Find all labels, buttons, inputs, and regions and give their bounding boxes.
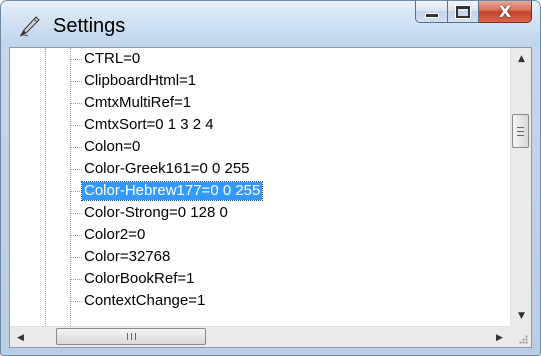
tree-item-label: CTRL=0 — [84, 50, 141, 67]
tree-connector — [70, 103, 82, 104]
pen-icon — [19, 16, 40, 37]
scroll-left-button[interactable]: ◀ — [10, 327, 31, 347]
tree-item[interactable]: ContextChange=1 — [70, 290, 490, 312]
close-button[interactable]: X — [479, 1, 532, 23]
tree-connector — [70, 147, 82, 148]
minimize-icon — [424, 13, 439, 18]
close-icon: X — [498, 2, 512, 21]
grip-icon — [517, 126, 524, 136]
settings-tree-view[interactable]: CTRL=0 ClipboardHtml=1 CmtxMultiRef=1 Cm… — [9, 47, 532, 348]
grip-icon — [126, 333, 136, 340]
tree-item-label: ContextChange=1 — [84, 292, 206, 309]
tree-connector — [70, 235, 82, 236]
horizontal-scrollbar[interactable]: ◀ ▶ — [10, 326, 510, 347]
maximize-button[interactable] — [448, 1, 479, 23]
tree-connector — [70, 125, 82, 126]
tree-item-label: CmtxSort=0 1 3 2 4 — [84, 116, 214, 133]
arrow-right-icon: ▶ — [496, 332, 503, 343]
tree-item[interactable]: Color-Greek161=0 0 255 — [70, 158, 490, 180]
tree-item-label: CmtxMultiRef=1 — [84, 94, 192, 111]
tree-item-label: Color2=0 — [84, 226, 146, 243]
tree-connector — [70, 279, 82, 280]
maximize-icon — [455, 4, 471, 19]
settings-window: Settings X CTRL=0 ClipboardHtml=1 CmtxMu… — [0, 0, 541, 356]
tree-connector — [70, 81, 82, 82]
tree-connector — [70, 257, 82, 258]
resize-grip-icon — [519, 335, 528, 344]
arrow-up-icon: ▲ — [518, 53, 525, 64]
tree-item-label: ClipboardHtml=1 — [84, 72, 197, 89]
tree-item-label: Color-Greek161=0 0 255 — [84, 160, 250, 177]
tree-item-label: Color-Strong=0 128 0 — [84, 204, 228, 221]
tree-item[interactable]: CmtxMultiRef=1 — [70, 92, 490, 114]
tree-item[interactable]: Colon=0 — [70, 136, 490, 158]
arrow-left-icon: ◀ — [17, 332, 24, 343]
tree-connector — [70, 213, 82, 214]
tree-guide-line — [45, 48, 46, 326]
resize-grip[interactable] — [510, 326, 531, 347]
tree-connector — [70, 301, 82, 302]
tree-connector — [70, 191, 82, 192]
tree-item[interactable]: Color=32768 — [70, 246, 490, 268]
tree-content: CTRL=0 ClipboardHtml=1 CmtxMultiRef=1 Cm… — [10, 48, 510, 326]
minimize-button[interactable] — [415, 1, 448, 23]
vertical-scrollbar[interactable]: ▲ ▼ — [510, 48, 531, 326]
tree-item[interactable]: Color2=0 — [70, 224, 490, 246]
tree-connector — [70, 169, 82, 170]
tree-item-label: Color=32768 — [84, 248, 171, 265]
tree-item[interactable]: ColorBookRef=1 — [70, 268, 490, 290]
horizontal-scroll-thumb[interactable] — [56, 328, 206, 345]
scroll-down-button[interactable]: ▼ — [511, 305, 531, 326]
tree-item[interactable]: Color-Strong=0 128 0 — [70, 202, 490, 224]
title-bar[interactable]: Settings X — [1, 1, 540, 47]
scroll-right-button[interactable]: ▶ — [489, 327, 510, 347]
caption-buttons: X — [415, 1, 532, 24]
tree-item[interactable]: CTRL=0 — [70, 48, 490, 70]
tree-item-selected[interactable]: Color-Hebrew177=0 0 255 — [70, 180, 490, 202]
window-title: Settings — [53, 15, 126, 37]
tree-item-label: ColorBookRef=1 — [84, 270, 195, 287]
tree-item-label-selected: Color-Hebrew177=0 0 255 — [80, 181, 264, 201]
arrow-down-icon: ▼ — [518, 310, 525, 321]
vertical-scroll-thumb[interactable] — [512, 114, 529, 148]
tree-item-label: Colon=0 — [84, 138, 141, 155]
scroll-up-button[interactable]: ▲ — [511, 48, 531, 69]
tree-item[interactable]: CmtxSort=0 1 3 2 4 — [70, 114, 490, 136]
tree-connector — [70, 59, 82, 60]
tree-item[interactable]: ClipboardHtml=1 — [70, 70, 490, 92]
